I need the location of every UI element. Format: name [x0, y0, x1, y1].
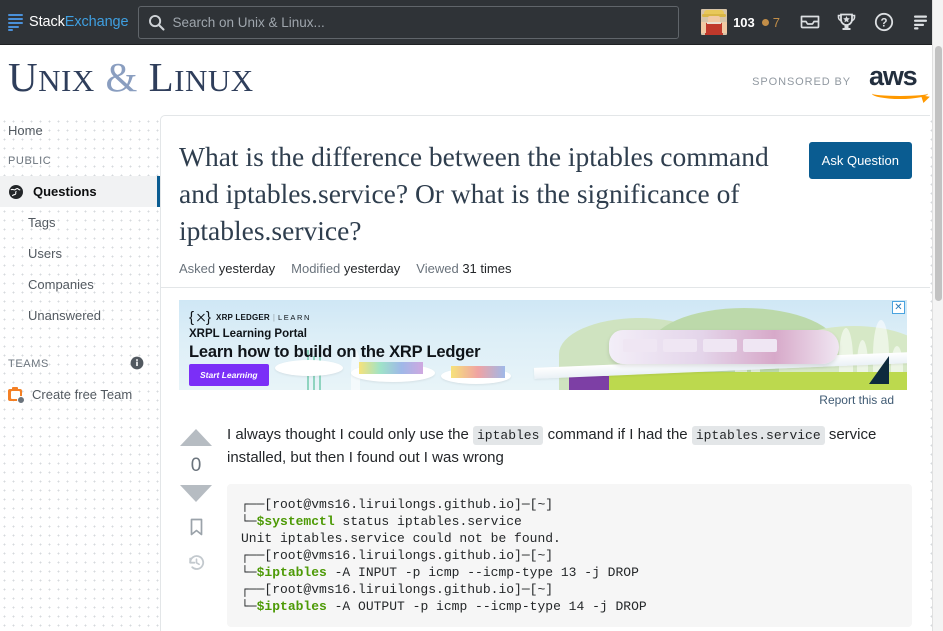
badge-group[interactable]: 7 [761, 14, 780, 30]
site-logo-unix-and-linux[interactable]: UNIX & LINUX [8, 53, 254, 101]
reputation-count[interactable]: 103 [733, 15, 755, 30]
sidebar-item-home[interactable]: Home [0, 115, 160, 146]
history-icon[interactable] [187, 553, 206, 575]
question-title: What is the difference between the iptab… [179, 141, 769, 246]
bronze-badge-icon [761, 18, 769, 26]
sidebar-item-questions[interactable]: Questions [0, 176, 160, 207]
page-scrollbar[interactable] [932, 0, 943, 631]
logo-linux-rest: INUX [174, 63, 254, 98]
search-bar[interactable] [138, 5, 680, 39]
stack-logo-icon [8, 13, 23, 32]
ask-question-button[interactable]: Ask Question [808, 142, 912, 179]
question-header: What is the difference between the iptab… [161, 116, 930, 249]
aws-wordmark: aws [869, 61, 918, 91]
logo-linux-l: L [148, 54, 175, 100]
question-metadata: Asked yesterday Modified yesterday Viewe… [161, 249, 930, 288]
logo-text-exchange: Exchange [64, 14, 129, 30]
team-briefcase-icon [8, 386, 25, 404]
sponsored-by-label: SPONSORED BY [752, 76, 851, 88]
logo-unix-u: U [8, 54, 39, 100]
code-command-token: $systemctl [256, 513, 335, 529]
search-input[interactable] [172, 7, 679, 37]
inbox-icon[interactable] [791, 0, 828, 45]
ad-logo-separator: | [272, 313, 275, 322]
meta-value: yesterday [218, 261, 276, 276]
sidebar-item-tags[interactable]: Tags [0, 207, 160, 238]
inline-code-iptables-service: iptables.service [691, 426, 825, 445]
body-text-part2: command if I had the [543, 426, 692, 443]
globe-icon [8, 184, 26, 200]
aws-logo[interactable]: aws [869, 63, 931, 101]
code-command-token: $iptables [256, 564, 327, 580]
svg-text:?: ? [880, 18, 887, 30]
logo-ampersand: & [105, 54, 138, 100]
left-sidebar: Home PUBLIC Questions Tags Users Compani… [0, 115, 160, 631]
top-bar-right-controls: 103 7 ? [701, 0, 943, 45]
sidebar-item-label: Create free Team [32, 387, 133, 402]
advertisement-banner[interactable]: { } XRP LEDGER | LEARN XRPL Learning Por… [179, 300, 907, 390]
sidebar-section-label: TEAMS [8, 358, 49, 370]
help-icon[interactable]: ? [865, 0, 902, 45]
ad-logo-name: XRP LEDGER [216, 313, 270, 322]
question-post: 0 I always thought I could only use the … [161, 407, 930, 627]
vote-count: 0 [190, 455, 202, 476]
sidebar-item-label: Home [8, 123, 43, 138]
sidebar-item-companies[interactable]: Companies [0, 269, 160, 300]
xrp-ledger-logo: { } XRP LEDGER | LEARN [189, 309, 311, 326]
site-header: UNIX & LINUX SPONSORED BY aws [0, 45, 943, 115]
ad-headline-large: Learn how to build on the XRP Ledger [189, 343, 481, 361]
aws-smile-icon [872, 88, 928, 99]
code-command-token: $iptables [256, 598, 327, 614]
sidebar-item-label: Users [28, 246, 62, 261]
ad-logo-learn: LEARN [277, 313, 311, 322]
body-text-part1: I always thought I could only use the [227, 426, 473, 443]
meta-viewed: Viewed 31 times [416, 261, 511, 276]
sidebar-item-label: Tags [28, 215, 56, 230]
info-icon[interactable] [130, 356, 144, 373]
bookmark-icon[interactable] [188, 517, 205, 540]
logo-text-stack: Stack [29, 14, 65, 30]
top-navigation-bar: StackExchange 103 7 [0, 0, 943, 45]
meta-label: Viewed [416, 261, 459, 276]
meta-asked: Asked yesterday [179, 261, 275, 276]
upvote-arrow[interactable] [178, 427, 214, 448]
inline-code-iptables: iptables [472, 426, 544, 445]
ad-close-icon[interactable]: ✕ [892, 301, 905, 314]
stack-exchange-logo[interactable]: Stack Exchange [8, 0, 129, 45]
sidebar-item-unanswered[interactable]: Unanswered [0, 300, 160, 331]
meta-value: 31 times [462, 261, 512, 276]
advertisement-container: { } XRP LEDGER | LEARN XRPL Learning Por… [161, 288, 930, 407]
x-mark-icon [196, 313, 206, 322]
user-avatar[interactable] [701, 9, 728, 35]
code-block: ┌──[root@vms16.liruilongs.github.io]─[~]… [227, 483, 912, 627]
question-body-text: I always thought I could only use the ip… [227, 423, 912, 470]
sidebar-section-teams: TEAMS [0, 349, 160, 379]
logo-unix-rest: NIX [38, 63, 95, 98]
sidebar-item-label: Unanswered [28, 308, 101, 323]
meta-modified: Modified yesterday [291, 261, 400, 276]
sidebar-section-public: PUBLIC [0, 146, 160, 176]
vote-controls: 0 [171, 423, 221, 627]
ad-train-illustration [609, 330, 839, 364]
meta-label: Asked [179, 261, 216, 276]
ad-cta-button[interactable]: Start Learning [189, 364, 269, 386]
downvote-arrow[interactable] [178, 483, 214, 504]
trophy-icon[interactable] [828, 0, 865, 45]
post-body: I always thought I could only use the ip… [221, 423, 912, 627]
meta-label: Modified [291, 261, 341, 276]
sidebar-item-label: Companies [28, 277, 94, 292]
ad-headline-small: XRPL Learning Portal [189, 328, 308, 340]
sidebar-item-label: Questions [33, 184, 97, 199]
sponsor-area: SPONSORED BY aws [752, 63, 931, 101]
main-content: What is the difference between the iptab… [160, 115, 930, 631]
bronze-badge-count: 7 [772, 14, 780, 30]
sidebar-item-create-free-team[interactable]: Create free Team [0, 379, 160, 410]
sidebar-item-users[interactable]: Users [0, 238, 160, 269]
search-icon [149, 14, 165, 31]
scrollbar-thumb[interactable] [935, 46, 942, 301]
meta-value: yesterday [343, 261, 401, 276]
sidebar-section-label: PUBLIC [8, 155, 52, 167]
report-ad-link[interactable]: Report this ad [179, 390, 912, 407]
